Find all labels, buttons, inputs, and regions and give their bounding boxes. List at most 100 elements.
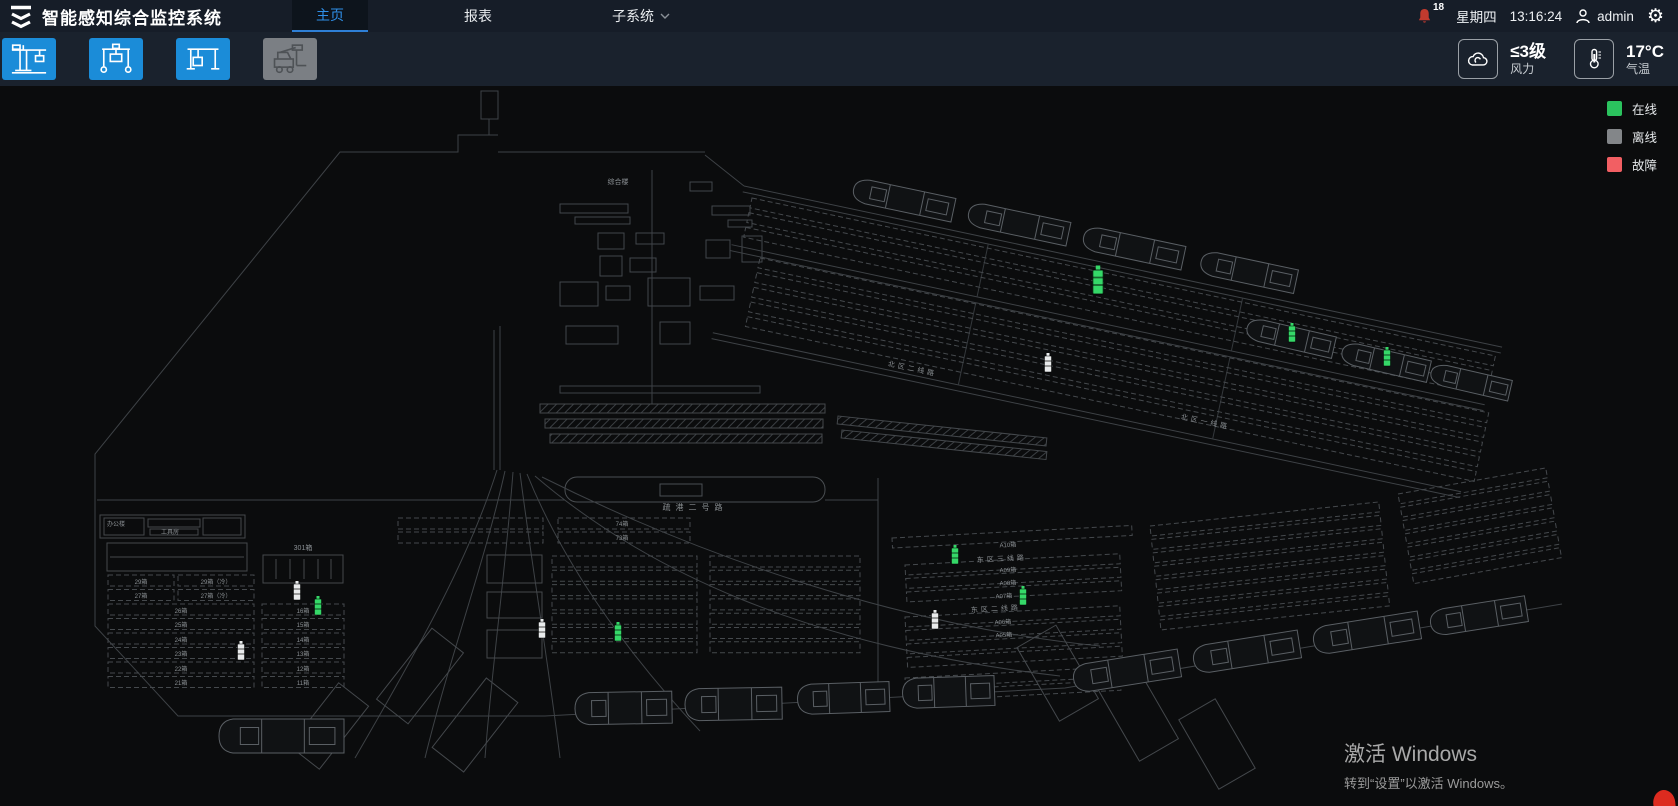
device-marker-offline[interactable] — [932, 610, 939, 629]
quay-crane-icon — [7, 41, 51, 77]
device-marker-offline[interactable] — [294, 581, 301, 600]
user-icon — [1575, 8, 1591, 24]
map-label: 15箱 — [297, 621, 310, 629]
tab-label: 报表 — [464, 1, 492, 31]
map-label: A08箱 — [999, 579, 1016, 588]
top-navbar: 智能感知综合监控系统 主页 报表 子系统 18 星期四 13:16:24 admin… — [0, 0, 1678, 32]
ship — [1199, 250, 1299, 294]
ship — [1429, 596, 1529, 637]
map-label: 25箱 — [175, 621, 188, 629]
map-label: 东区二线路 — [971, 603, 1021, 615]
device-marker-online[interactable] — [315, 596, 322, 615]
bell-icon — [1417, 8, 1432, 25]
legend-item-offline: 离线 — [1607, 127, 1668, 146]
wind-icon-box — [1458, 39, 1498, 79]
equipment-button-stacker[interactable] — [263, 38, 317, 80]
map-label: 东区三线路 — [977, 553, 1027, 565]
temperature-icon-box — [1574, 39, 1614, 79]
map-label: 办公楼 — [107, 520, 125, 528]
map-label: 23箱 — [175, 650, 188, 658]
device-marker-online[interactable] — [1093, 266, 1104, 295]
map-label: A09箱 — [999, 566, 1016, 575]
notification-bell[interactable]: 18 — [1417, 8, 1443, 25]
map-label: 27箱（冷） — [201, 592, 232, 600]
equipment-button-rmg-crane[interactable] — [176, 38, 230, 80]
weather-panel: ≤3级 风力 17°C 气温 — [1458, 39, 1664, 79]
chevron-down-icon — [660, 13, 670, 19]
device-marker-offline[interactable] — [539, 619, 546, 638]
device-marker-online[interactable] — [1020, 586, 1027, 605]
map-label: 29箱（冷） — [201, 578, 232, 586]
device-marker-online[interactable] — [1289, 323, 1296, 342]
device-marker-online[interactable] — [615, 622, 622, 641]
map-label: 24箱 — [175, 636, 188, 644]
map-label: 26箱 — [175, 607, 188, 615]
device-marker-offline[interactable] — [238, 641, 245, 660]
legend-swatch-offline — [1607, 129, 1622, 144]
tab-label: 子系统 — [612, 1, 654, 31]
equipment-toolbar: ≤3级 风力 17°C 气温 — [0, 32, 1678, 86]
device-marker-online[interactable] — [952, 545, 959, 564]
wind-value: ≤3级 — [1510, 42, 1546, 62]
map-label: A07箱 — [995, 592, 1012, 601]
watermark-line2: 转到“设置”以激活 Windows。 — [1344, 773, 1513, 792]
clock-text: 13:16:24 — [1510, 9, 1563, 24]
forklift-icon — [268, 41, 312, 77]
map-label: 16箱 — [297, 607, 310, 615]
wind-label: 风力 — [1510, 62, 1546, 77]
port-map-area: 综合楼疏港二号路301箱办公楼工具房29箱29箱（冷）27箱27箱（冷）26箱2… — [0, 86, 1678, 806]
ship — [1081, 225, 1186, 270]
ship — [1191, 630, 1301, 674]
status-legend: 在线离线故障 — [1607, 99, 1668, 174]
ship — [219, 719, 344, 753]
legend-swatch-fault — [1607, 157, 1622, 172]
equipment-button-quay-crane[interactable] — [2, 38, 56, 80]
tab-subsystems[interactable]: 子系统 — [588, 0, 694, 32]
map-label: 12箱 — [297, 665, 310, 673]
map-label: 22箱 — [175, 665, 188, 673]
legend-label: 在线 — [1632, 99, 1668, 118]
map-label: 73箱 — [616, 534, 629, 542]
thermometer-icon — [1584, 48, 1604, 70]
ship — [902, 675, 995, 708]
user-menu[interactable]: admin — [1575, 8, 1634, 24]
map-label: 13箱 — [297, 650, 310, 658]
coastline — [95, 91, 1562, 716]
nav-tabs: 主页 报表 子系统 — [292, 0, 766, 32]
map-label: 27箱 — [135, 592, 148, 600]
tab-reports[interactable]: 报表 — [440, 0, 516, 32]
device-marker-online[interactable] — [1384, 347, 1391, 366]
tab-home[interactable]: 主页 — [292, 0, 368, 32]
ship — [851, 177, 956, 222]
map-label: 11箱 — [297, 679, 309, 687]
notification-count: 18 — [1433, 2, 1444, 19]
port-map: 综合楼疏港二号路301箱办公楼工具房29箱29箱（冷）27箱27箱（冷）26箱2… — [0, 86, 1678, 806]
map-label: 301箱 — [294, 543, 313, 552]
legend-label: 故障 — [1632, 155, 1668, 174]
roads — [540, 386, 1047, 502]
equipment-button-rtg-crane[interactable] — [89, 38, 143, 80]
equipment-buttons — [2, 38, 350, 80]
map-label: 工具房 — [161, 528, 179, 536]
rmg-crane-icon — [181, 41, 225, 77]
ships — [219, 177, 1528, 753]
ship — [685, 687, 783, 721]
settings-gear-icon[interactable]: ⚙ — [1647, 7, 1664, 26]
rtg-crane-icon — [94, 41, 138, 77]
weekday-text: 星期四 — [1456, 6, 1497, 26]
device-marker-offline[interactable] — [1045, 353, 1052, 372]
ship — [575, 691, 673, 725]
map-label: 14箱 — [297, 636, 310, 644]
map-label: 21箱 — [175, 679, 188, 687]
watermark-line1: 激活 Windows — [1344, 738, 1513, 768]
legend-swatch-online — [1607, 101, 1622, 116]
ship — [1311, 611, 1421, 655]
app-title: 智能感知综合监控系统 — [42, 4, 222, 29]
legend-item-online: 在线 — [1607, 99, 1668, 118]
map-label: 北区一线路 — [1180, 412, 1231, 431]
app-logo-icon — [8, 3, 34, 29]
ship — [966, 201, 1071, 246]
map-label: 29箱 — [135, 578, 148, 586]
username-text: admin — [1597, 9, 1634, 24]
temperature-label: 气温 — [1626, 62, 1664, 77]
